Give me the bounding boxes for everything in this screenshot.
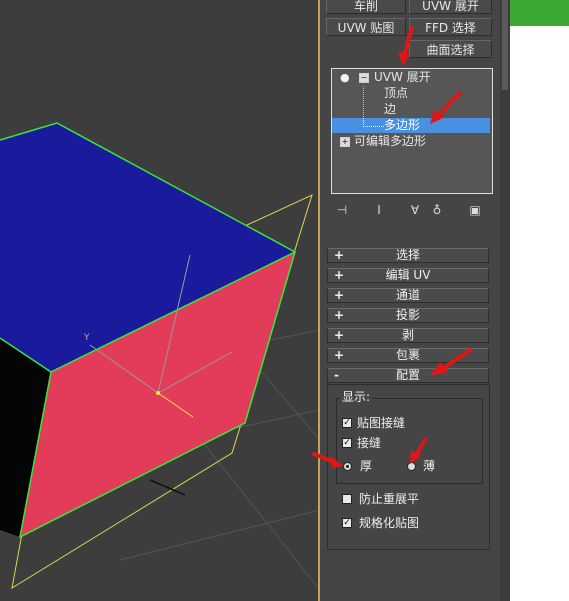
stack-item-unwrap-uvw[interactable]: ● − UVW 展开 bbox=[332, 70, 488, 85]
stack-item-label: 可编辑多边形 bbox=[354, 134, 427, 148]
thick-label: 厚 bbox=[360, 459, 373, 473]
remove-modifier-icon[interactable]: ♁ bbox=[429, 202, 445, 218]
panel-scrollbar[interactable] bbox=[500, 0, 510, 601]
viewport-scene: Y bbox=[0, 122, 320, 591]
tree-line bbox=[363, 86, 365, 101]
rollout-label: 编辑 UV bbox=[385, 268, 431, 282]
map-seams-label: 贴图接缝 bbox=[357, 416, 406, 430]
seams-label: 接缝 bbox=[357, 436, 382, 450]
rollout-configure[interactable]: - 配置 bbox=[327, 368, 489, 383]
rollout-edit-uv[interactable]: + 编辑 UV bbox=[327, 268, 489, 283]
modifier-button-ffd-select[interactable]: FFD 选择 bbox=[409, 18, 492, 36]
modifier-button-surface-select[interactable]: 曲面选择 bbox=[409, 40, 492, 58]
map-seams-checkbox[interactable]: ✓ bbox=[342, 418, 352, 428]
prevent-reflatten-checkbox[interactable] bbox=[342, 494, 352, 504]
rollout-wrap[interactable]: + 包裹 bbox=[327, 348, 489, 363]
expand-icon[interactable]: + bbox=[340, 137, 350, 147]
display-group-title: 显示: bbox=[340, 390, 373, 404]
stack-toolbar: ⊣ Ⅰ ∀ ♁ ▣ bbox=[331, 200, 496, 220]
lightbulb-icon[interactable]: ● bbox=[340, 70, 350, 85]
stack-item-label: 边 bbox=[384, 102, 397, 116]
normalize-map-label: 规格化贴图 bbox=[359, 516, 420, 530]
rollout-label: 剥 bbox=[401, 328, 414, 342]
pin-stack-icon[interactable]: ⊣ bbox=[334, 202, 350, 218]
rollout-projection[interactable]: + 投影 bbox=[327, 308, 489, 323]
tree-line bbox=[363, 102, 365, 117]
svg-text:Y: Y bbox=[83, 333, 90, 343]
modifier-stack[interactable]: ● − UVW 展开 顶点 边 多边形 + 可编辑多边形 bbox=[331, 68, 493, 194]
rollout-channel[interactable]: + 通道 bbox=[327, 288, 489, 303]
seams-checkbox[interactable]: ✓ bbox=[342, 438, 352, 448]
panel-scrollbar-thumb[interactable] bbox=[502, 0, 508, 90]
configure-modifier-sets-icon[interactable]: ▣ bbox=[467, 202, 483, 218]
modifier-button-uvw-map[interactable]: UVW 贴图 bbox=[326, 18, 406, 36]
rollout-label: 通道 bbox=[395, 288, 420, 302]
rollout-peel[interactable]: + 剥 bbox=[327, 328, 489, 343]
rollout-selection[interactable]: + 选择 bbox=[327, 248, 489, 263]
thin-label: 薄 bbox=[423, 459, 436, 473]
modifier-button-unwrap-uvw[interactable]: UVW 展开 bbox=[409, 0, 492, 14]
viewport[interactable]: Y bbox=[0, 0, 320, 601]
thick-radio[interactable] bbox=[343, 462, 352, 471]
thin-radio[interactable] bbox=[407, 462, 416, 471]
background-window-header bbox=[510, 0, 569, 26]
rollout-label: 包裹 bbox=[395, 348, 420, 362]
stack-item-polygon[interactable]: 多边形 bbox=[332, 118, 490, 133]
stack-item-edge[interactable]: 边 bbox=[332, 102, 488, 117]
stack-item-label: 多边形 bbox=[384, 118, 421, 132]
tree-line bbox=[363, 118, 384, 127]
collapse-icon[interactable]: − bbox=[359, 73, 369, 83]
normalize-map-checkbox[interactable]: ✓ bbox=[342, 518, 352, 528]
stack-item-label: UVW 展开 bbox=[374, 70, 431, 84]
show-end-result-icon[interactable]: Ⅰ bbox=[371, 202, 387, 218]
rollout-label: 投影 bbox=[395, 308, 420, 322]
background-window bbox=[510, 0, 569, 601]
prevent-reflatten-label: 防止重展平 bbox=[359, 492, 420, 506]
stack-item-label: 顶点 bbox=[384, 86, 409, 100]
make-unique-icon[interactable]: ∀ bbox=[407, 202, 423, 218]
rollout-label: 配置 bbox=[395, 368, 420, 382]
rollout-label: 选择 bbox=[395, 248, 420, 262]
modifier-button-lathe[interactable]: 车削 bbox=[326, 0, 406, 14]
stack-item-vertex[interactable]: 顶点 bbox=[332, 86, 488, 101]
stack-item-editable-poly[interactable]: + 可编辑多边形 bbox=[332, 134, 488, 149]
